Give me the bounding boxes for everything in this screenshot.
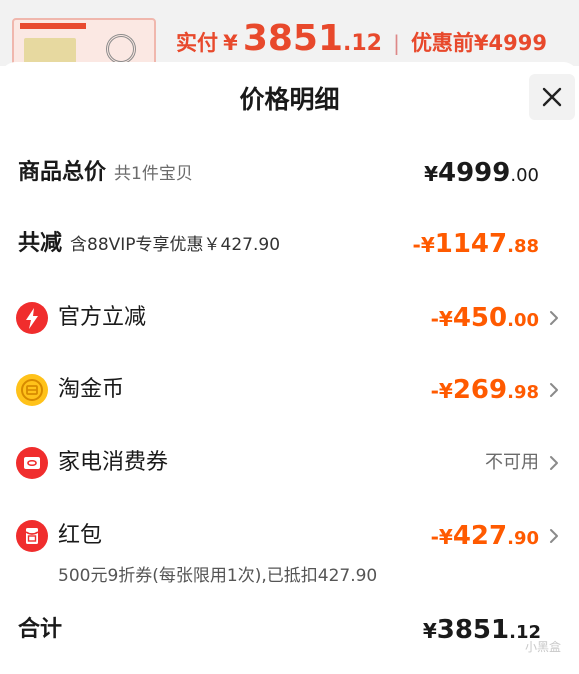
official-discount-label: 官方立减: [58, 305, 147, 330]
background-order-header: 实付 ¥ 3851.12 | 优惠前¥4999: [0, 0, 579, 66]
row-official-discount[interactable]: 官方立减 -¥450.00: [0, 296, 579, 340]
row-grand-total: 合计 ¥3851.12: [0, 608, 579, 652]
voucher-icon: [16, 447, 48, 479]
official-discount-amount: -¥450.00: [430, 303, 539, 333]
paid-label: 实付: [176, 31, 218, 55]
chevron-right-icon: [550, 383, 558, 397]
price-before-discount: 优惠前¥4999: [410, 31, 547, 55]
grand-total-label: 合计: [18, 617, 63, 642]
taojinbi-label: 淘金币: [58, 377, 125, 402]
close-button[interactable]: [529, 74, 575, 120]
gold-coin-icon: [16, 374, 48, 406]
row-total-reduction: 共减 含88VIP专享优惠￥427.90 -¥1147.88: [0, 222, 579, 266]
red-packet-coupon-note: 500元9折券(每张限用1次),已抵扣427.90: [58, 566, 378, 586]
total-reduction-label: 共减: [18, 231, 63, 256]
price-divider: |: [393, 31, 400, 55]
appliance-voucher-label: 家电消费券: [58, 450, 169, 475]
close-icon: [542, 87, 562, 107]
red-packet-icon: [16, 520, 48, 552]
total-price-amount: ¥4999.00: [424, 158, 539, 188]
voucher-unavailable-status: 不可用: [485, 452, 539, 473]
price-detail-sheet: 价格明细 商品总价 共1件宝贝 ¥4999.00 共减 含88VIP专享优惠￥427…: [0, 62, 579, 674]
vip-discount-note: 含88VIP专享优惠￥427.90: [70, 235, 281, 255]
background-price-summary: 实付 ¥ 3851.12 | 优惠前¥4999: [176, 18, 547, 66]
row-red-packet[interactable]: 红包 -¥427.90: [0, 514, 579, 558]
chevron-right-icon: [550, 456, 558, 470]
sheet-title: 价格明细: [239, 85, 340, 114]
row-taojinbi[interactable]: 淘金币 -¥269.98: [0, 368, 579, 412]
product-thumbnail: [12, 18, 156, 66]
taojinbi-amount: -¥269.98: [430, 375, 539, 405]
paid-yen: ¥: [223, 31, 238, 55]
chevron-right-icon: [550, 311, 558, 325]
item-count: 共1件宝贝: [114, 164, 193, 184]
row-total-price: 商品总价 共1件宝贝 ¥4999.00: [0, 151, 579, 195]
paid-amount-dec: .12: [343, 31, 382, 56]
lightning-icon: [16, 302, 48, 334]
total-reduction-amount: -¥1147.88: [412, 229, 539, 259]
total-price-label: 商品总价: [18, 160, 107, 185]
thumbnail-fan-image: [106, 34, 136, 64]
thumbnail-banner: [20, 23, 86, 29]
grand-total-amount: ¥3851.12: [422, 615, 541, 645]
watermark-text: 小黑盒: [524, 640, 561, 654]
chevron-right-icon: [550, 529, 558, 543]
row-appliance-voucher[interactable]: 家电消费券 不可用: [0, 441, 579, 485]
paid-amount-int: 3851: [242, 18, 344, 59]
red-packet-label: 红包: [58, 523, 103, 548]
red-packet-amount: -¥427.90: [430, 521, 539, 551]
